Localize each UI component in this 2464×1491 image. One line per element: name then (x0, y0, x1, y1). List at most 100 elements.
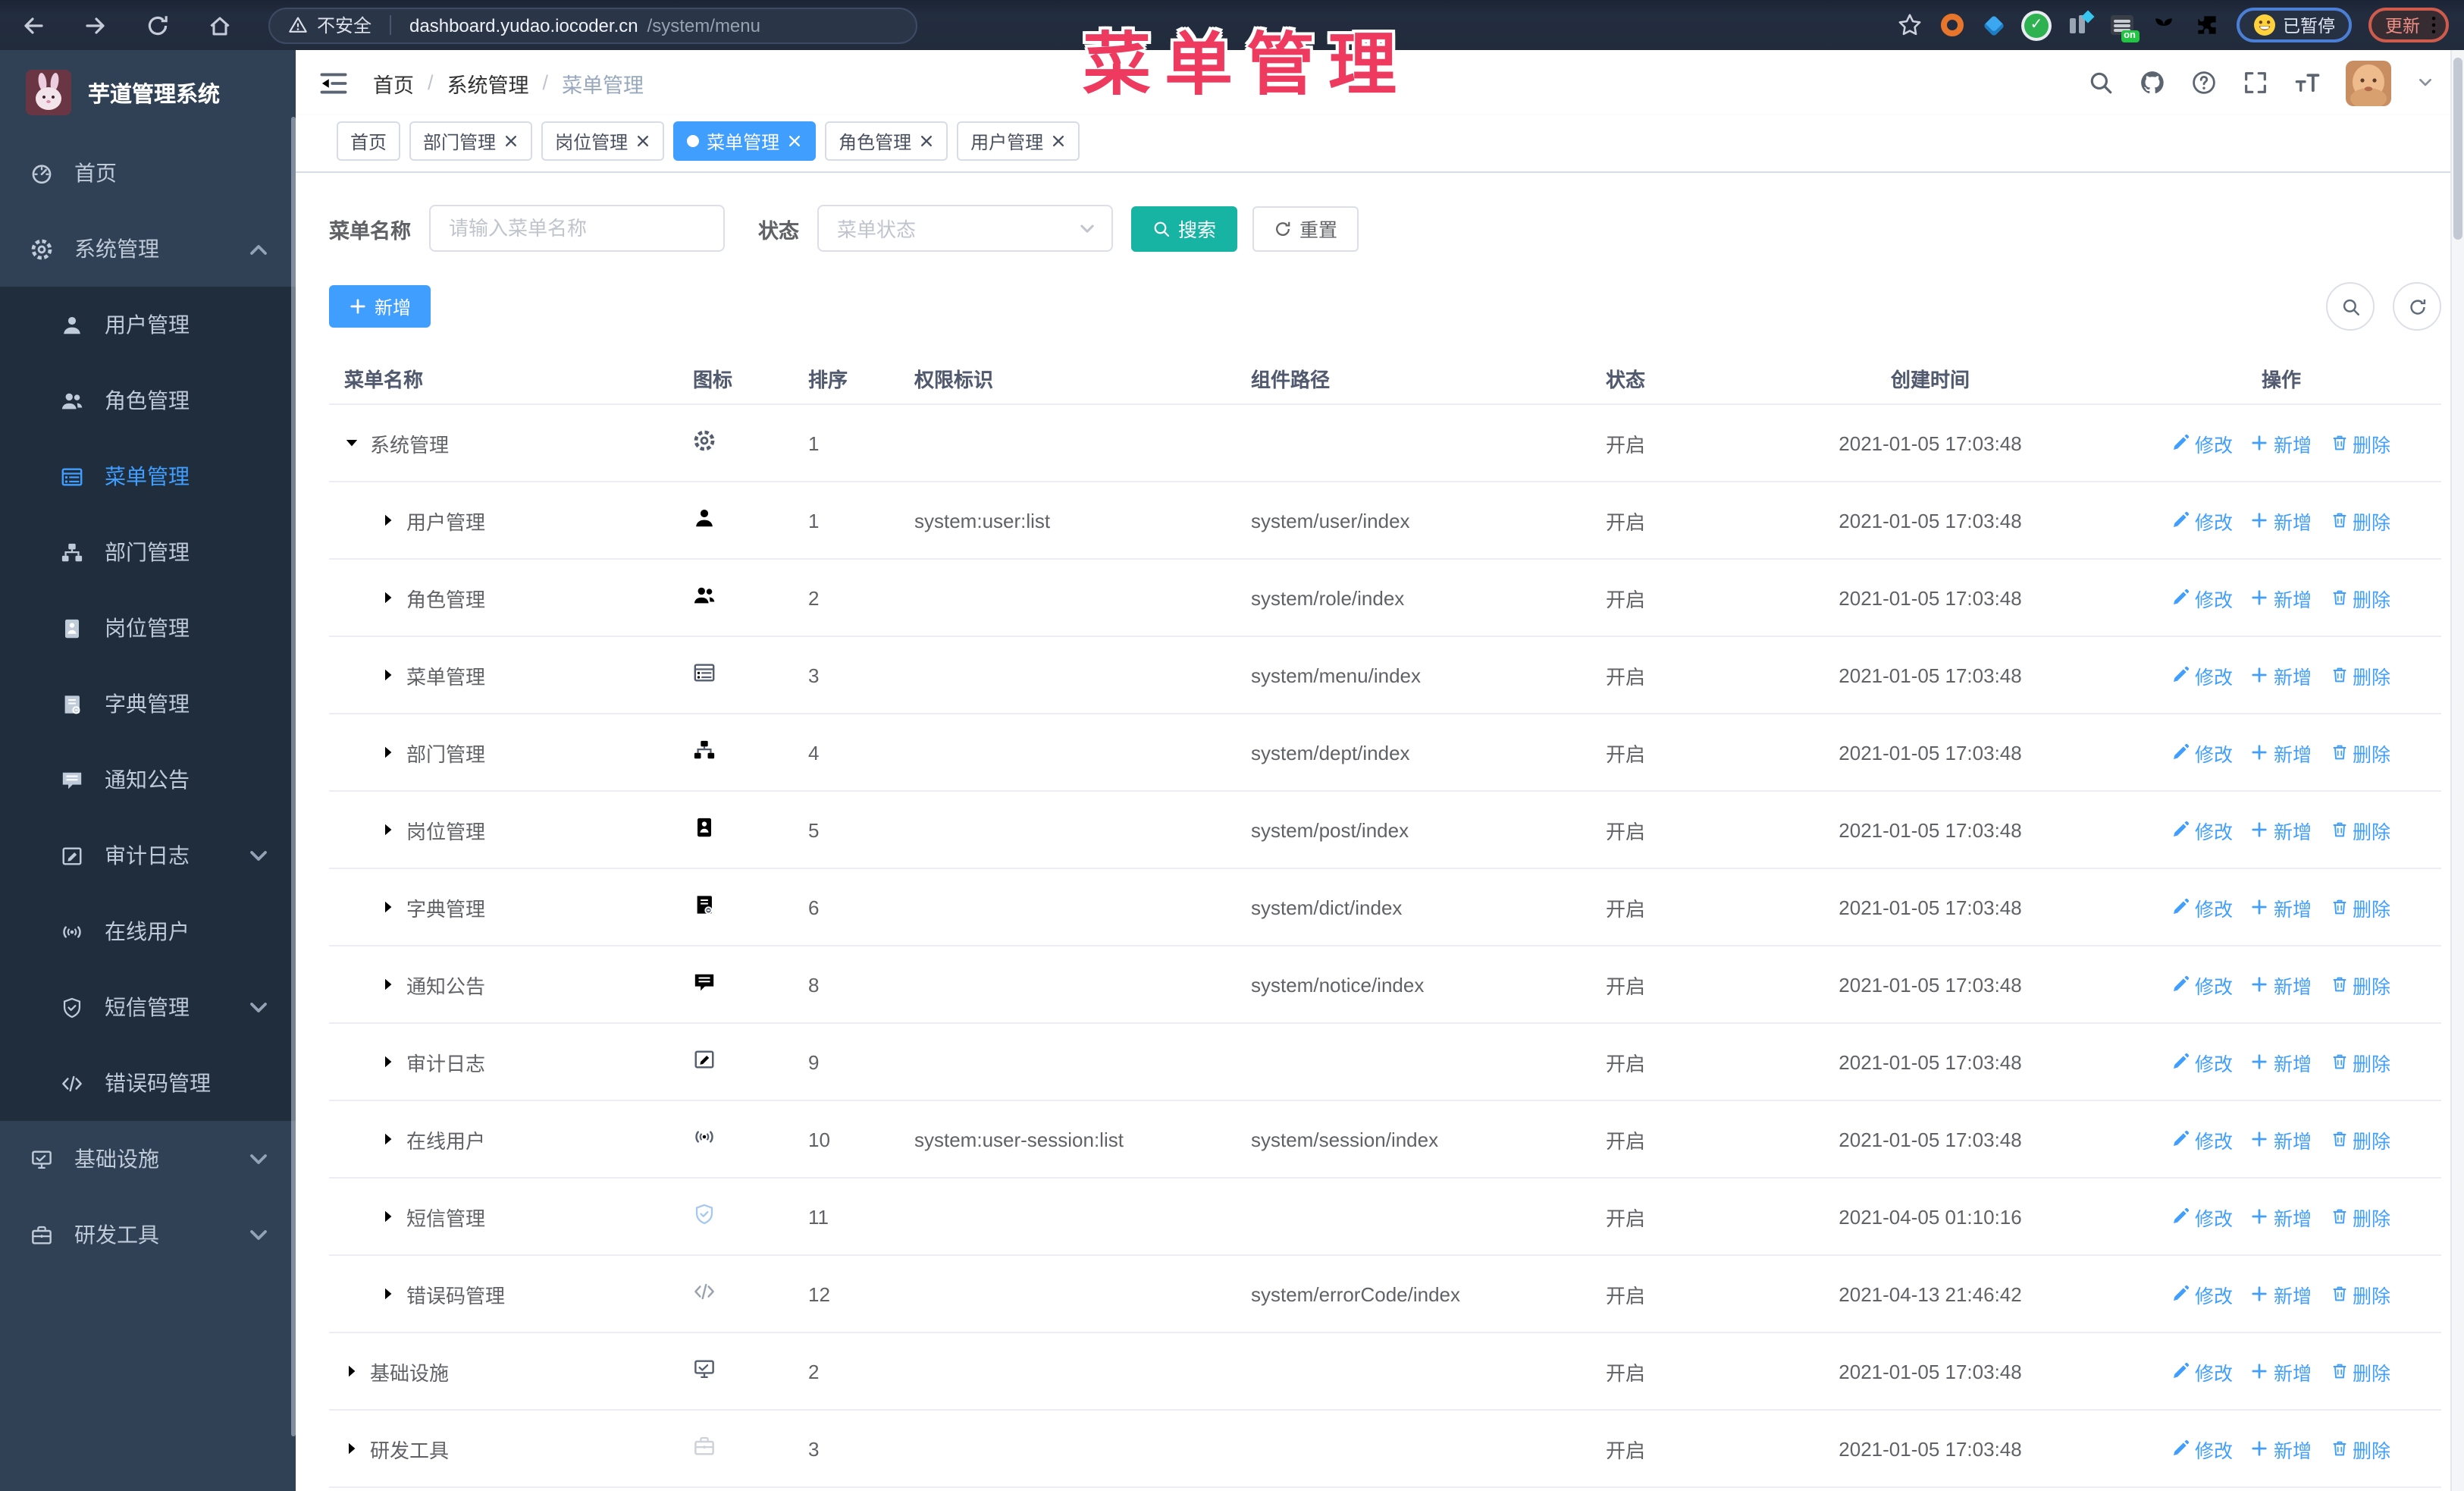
page-scrollbar[interactable] (2450, 50, 2464, 1491)
tab-用户管理[interactable]: 用户管理 (957, 121, 1080, 161)
sidebar-item-系统管理[interactable]: 系统管理 (0, 211, 296, 287)
row-delete-link[interactable]: 删除 (2330, 738, 2390, 767)
sidebar-item-用户管理[interactable]: 用户管理 (0, 287, 296, 363)
help-icon[interactable] (2191, 70, 2217, 96)
tab-close-icon[interactable] (787, 133, 802, 149)
browser-home-button[interactable] (202, 8, 238, 42)
row-edit-link[interactable]: 修改 (2172, 661, 2233, 689)
browser-reload-button[interactable] (140, 8, 176, 42)
search-button[interactable]: 搜索 (1131, 206, 1238, 251)
sidebar-item-首页[interactable]: 首页 (0, 135, 296, 211)
row-delete-link[interactable]: 删除 (2330, 428, 2390, 457)
row-edit-link[interactable]: 修改 (2172, 1125, 2233, 1154)
sidebar-item-基础设施[interactable]: 基础设施 (0, 1121, 296, 1197)
refresh-table-button[interactable] (2393, 282, 2441, 331)
menu-name-input[interactable] (429, 205, 725, 252)
row-add-link[interactable]: 新增 (2251, 1434, 2312, 1463)
browser-update-button[interactable]: 更新 (2368, 8, 2449, 42)
browser-back-button[interactable] (15, 8, 52, 42)
row-add-link[interactable]: 新增 (2251, 661, 2312, 689)
sidebar-item-通知公告[interactable]: 通知公告 (0, 742, 296, 818)
row-delete-link[interactable]: 删除 (2330, 1202, 2390, 1231)
row-edit-link[interactable]: 修改 (2172, 1202, 2233, 1231)
row-expander-icon[interactable] (381, 822, 396, 837)
recorder-paused-badge[interactable]: 已暂停 (2236, 8, 2352, 42)
fullscreen-icon[interactable] (2243, 70, 2268, 96)
row-expander-icon[interactable] (344, 1364, 359, 1379)
row-add-link[interactable]: 新增 (2251, 893, 2312, 921)
row-edit-link[interactable]: 修改 (2172, 815, 2233, 844)
row-edit-link[interactable]: 修改 (2172, 583, 2233, 612)
sidebar-item-研发工具[interactable]: 研发工具 (0, 1197, 296, 1273)
row-add-link[interactable]: 新增 (2251, 738, 2312, 767)
extension-orange-icon[interactable] (1939, 12, 1964, 38)
toggle-search-button[interactable] (2326, 282, 2375, 331)
sidebar-item-菜单管理[interactable]: 菜单管理 (0, 438, 296, 514)
row-edit-link[interactable]: 修改 (2172, 1357, 2233, 1386)
breadcrumb-item[interactable]: 系统管理 (447, 67, 529, 98)
extension-gem-icon[interactable] (1981, 12, 2007, 38)
user-avatar[interactable] (2346, 60, 2391, 105)
row-delete-link[interactable]: 删除 (2330, 1357, 2390, 1386)
extension-columns-icon[interactable] (2066, 9, 2095, 38)
font-size-icon[interactable] (2294, 70, 2320, 96)
sidebar-item-短信管理[interactable]: 短信管理 (0, 969, 296, 1045)
row-expander-icon[interactable] (381, 1209, 396, 1224)
row-delete-link[interactable]: 删除 (2330, 1047, 2390, 1076)
tab-部门管理[interactable]: 部门管理 (409, 121, 533, 161)
sidebar-item-审计日志[interactable]: 审计日志 (0, 818, 296, 893)
kebab-menu-icon[interactable] (2431, 15, 2437, 35)
row-add-link[interactable]: 新增 (2251, 1357, 2312, 1386)
row-expander-icon[interactable] (381, 1054, 396, 1069)
row-expander-icon[interactable] (381, 513, 396, 528)
row-delete-link[interactable]: 删除 (2330, 970, 2390, 999)
row-delete-link[interactable]: 删除 (2330, 1279, 2390, 1308)
row-add-link[interactable]: 新增 (2251, 815, 2312, 844)
row-edit-link[interactable]: 修改 (2172, 970, 2233, 999)
tab-close-icon[interactable] (635, 133, 650, 149)
sidebar-item-字典管理[interactable]: 字典管理 (0, 666, 296, 742)
row-expander-icon[interactable] (381, 745, 396, 760)
row-expander-icon[interactable] (381, 667, 396, 683)
extension-plant-icon[interactable] (2151, 12, 2177, 38)
row-add-link[interactable]: 新增 (2251, 1202, 2312, 1231)
sidebar-item-错误码管理[interactable]: 错误码管理 (0, 1045, 296, 1121)
address-bar[interactable]: 不安全 dashboard.yudao.iocoder.cn/system/me… (268, 7, 917, 43)
header-search-icon[interactable] (2088, 70, 2114, 96)
sidebar-scrollbar[interactable] (291, 117, 296, 1436)
row-edit-link[interactable]: 修改 (2172, 738, 2233, 767)
row-delete-link[interactable]: 删除 (2330, 815, 2390, 844)
row-add-link[interactable]: 新增 (2251, 1279, 2312, 1308)
sidebar-item-角色管理[interactable]: 角色管理 (0, 363, 296, 438)
tab-角色管理[interactable]: 角色管理 (825, 121, 948, 161)
row-expander-icon[interactable] (381, 590, 396, 605)
breadcrumb-item[interactable]: 首页 (373, 67, 414, 98)
status-select[interactable]: 菜单状态 (817, 205, 1113, 252)
extension-check-icon[interactable]: ✓ (2024, 12, 2049, 38)
row-edit-link[interactable]: 修改 (2172, 506, 2233, 535)
row-delete-link[interactable]: 删除 (2330, 1125, 2390, 1154)
row-edit-link[interactable]: 修改 (2172, 1434, 2233, 1463)
row-add-link[interactable]: 新增 (2251, 970, 2312, 999)
row-add-link[interactable]: 新增 (2251, 428, 2312, 457)
row-delete-link[interactable]: 删除 (2330, 661, 2390, 689)
row-expander-icon[interactable] (381, 1286, 396, 1301)
tab-close-icon[interactable] (1051, 133, 1066, 149)
app-logo[interactable]: 芋道管理系统 (0, 50, 296, 135)
row-edit-link[interactable]: 修改 (2172, 1279, 2233, 1308)
sidebar-collapse-icon[interactable] (318, 69, 349, 96)
tab-菜单管理[interactable]: 菜单管理 (673, 121, 817, 161)
row-add-link[interactable]: 新增 (2251, 506, 2312, 535)
row-delete-link[interactable]: 删除 (2330, 506, 2390, 535)
row-delete-link[interactable]: 删除 (2330, 893, 2390, 921)
extension-on-switch-icon[interactable]: on (2108, 12, 2139, 42)
add-button[interactable]: 新增 (329, 285, 431, 328)
tab-close-icon[interactable] (919, 133, 934, 149)
sidebar-item-在线用户[interactable]: 在线用户 (0, 893, 296, 969)
sidebar-item-部门管理[interactable]: 部门管理 (0, 514, 296, 590)
row-expander-icon[interactable] (381, 899, 396, 915)
row-edit-link[interactable]: 修改 (2172, 893, 2233, 921)
row-expander-icon[interactable] (344, 435, 359, 450)
row-add-link[interactable]: 新增 (2251, 1047, 2312, 1076)
row-add-link[interactable]: 新增 (2251, 1125, 2312, 1154)
